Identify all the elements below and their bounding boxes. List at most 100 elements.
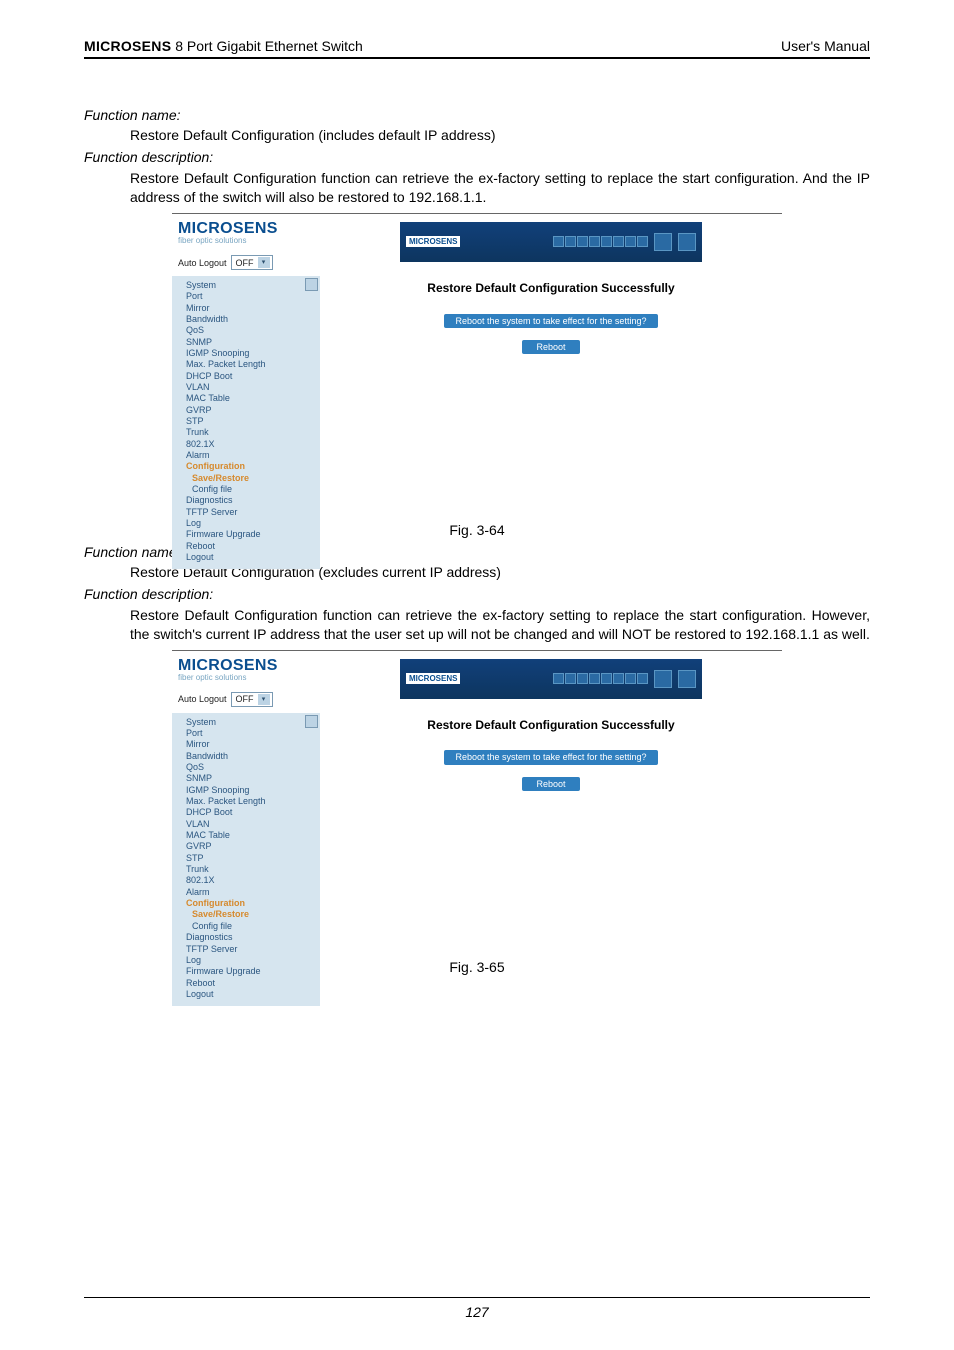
nav-item[interactable]: Alarm (174, 450, 318, 461)
sidebar: MICROSENS fiber optic solutions Auto Log… (172, 216, 320, 516)
reboot-question: Reboot the system to take effect for the… (444, 750, 659, 764)
nav-item[interactable]: Configuration (174, 898, 318, 909)
nav-item[interactable]: Diagnostics (174, 932, 318, 943)
nav-item[interactable]: Firmware Upgrade (174, 529, 318, 540)
nav-item[interactable]: Port (174, 291, 318, 302)
nav-item[interactable]: Reboot (174, 540, 318, 551)
nav-item[interactable]: VLAN (174, 818, 318, 829)
nav-list: SystemPortMirrorBandwidthQoSSNMPIGMP Sno… (172, 276, 320, 569)
function-name-label: Function name: (84, 107, 870, 123)
nav-item[interactable]: System (174, 279, 318, 290)
nav-item[interactable]: Mirror (174, 302, 318, 313)
nav-item[interactable]: Save/Restore (174, 909, 318, 920)
header-brand: MICROSENS (84, 38, 171, 54)
nav-item[interactable]: Configuration (174, 461, 318, 472)
header-left: MICROSENS 8 Port Gigabit Ethernet Switch (84, 38, 363, 54)
nav-item[interactable]: Max. Packet Length (174, 796, 318, 807)
nav-item[interactable]: Firmware Upgrade (174, 966, 318, 977)
nav-item[interactable]: STP (174, 415, 318, 426)
auto-logout-label: Auto Logout (178, 258, 227, 268)
header-right: User's Manual (781, 38, 870, 54)
device-module-icon (678, 670, 696, 688)
nav-item[interactable]: Logout (174, 552, 318, 563)
nav-item[interactable]: SNMP (174, 773, 318, 784)
figure-365: MICROSENS fiber optic solutions Auto Log… (172, 650, 782, 953)
nav-item[interactable]: Config file (174, 484, 318, 495)
nav-item[interactable]: TFTP Server (174, 943, 318, 954)
main-panel: MICROSENS Restore Default Configuration … (320, 653, 782, 953)
nav-item[interactable]: Trunk (174, 427, 318, 438)
nav-item[interactable]: VLAN (174, 381, 318, 392)
reboot-question: Reboot the system to take effect for the… (444, 314, 659, 328)
banner-label: MICROSENS (406, 673, 460, 684)
reboot-button[interactable]: Reboot (522, 777, 579, 791)
nav-item[interactable]: Log (174, 518, 318, 529)
content-title: Restore Default Configuration Successful… (427, 719, 674, 733)
nav-item[interactable]: TFTP Server (174, 506, 318, 517)
auto-logout-select[interactable]: OFF ▾ (231, 692, 273, 707)
nav-item[interactable]: Diagnostics (174, 495, 318, 506)
logo-block: MICROSENS fiber optic solutions (172, 216, 320, 252)
nav-item[interactable]: System (174, 716, 318, 727)
nav-item[interactable]: DHCP Boot (174, 807, 318, 818)
screenshot-2: MICROSENS fiber optic solutions Auto Log… (172, 653, 782, 953)
screenshot-1: MICROSENS fiber optic solutions Auto Log… (172, 216, 782, 516)
footer-rule (84, 1297, 870, 1298)
device-ports-icon (553, 236, 648, 247)
nav-item[interactable]: Bandwidth (174, 313, 318, 324)
function-desc-value: Restore Default Configuration function c… (130, 169, 870, 207)
nav-item[interactable]: QoS (174, 325, 318, 336)
nav-item[interactable]: GVRP (174, 841, 318, 852)
nav-item[interactable]: IGMP Snooping (174, 784, 318, 795)
nav-item[interactable]: Save/Restore (174, 472, 318, 483)
nav-item[interactable]: Alarm (174, 886, 318, 897)
nav-item[interactable]: Log (174, 954, 318, 965)
banner-label: MICROSENS (406, 236, 460, 247)
nav-item[interactable]: Logout (174, 988, 318, 999)
nav-item[interactable]: Reboot (174, 977, 318, 988)
device-module-icon (654, 233, 672, 251)
nav-item[interactable]: Trunk (174, 864, 318, 875)
nav-item[interactable]: Bandwidth (174, 750, 318, 761)
nav-item[interactable]: IGMP Snooping (174, 347, 318, 358)
nav-item[interactable]: SNMP (174, 336, 318, 347)
chevron-down-icon: ▾ (258, 257, 270, 268)
device-module-icon (654, 670, 672, 688)
figure-364: MICROSENS fiber optic solutions Auto Log… (172, 213, 782, 516)
auto-logout-select[interactable]: OFF ▾ (231, 255, 273, 270)
auto-logout-row: Auto Logout OFF ▾ (172, 251, 320, 276)
auto-logout-row: Auto Logout OFF ▾ (172, 688, 320, 713)
nav-item[interactable]: GVRP (174, 404, 318, 415)
nav-item[interactable]: MAC Table (174, 830, 318, 841)
function-desc-value: Restore Default Configuration function c… (130, 606, 870, 644)
device-ports-icon (553, 673, 648, 684)
function-desc-label: Function description: (84, 149, 870, 165)
nav-item[interactable]: Mirror (174, 739, 318, 750)
page-header: MICROSENS 8 Port Gigabit Ethernet Switch… (84, 38, 870, 59)
chevron-down-icon: ▾ (258, 694, 270, 705)
device-banner: MICROSENS (400, 659, 702, 699)
nav-list: SystemPortMirrorBandwidthQoSSNMPIGMP Sno… (172, 713, 320, 1006)
nav-item[interactable]: DHCP Boot (174, 370, 318, 381)
auto-logout-value: OFF (236, 258, 254, 268)
nav-item[interactable]: Config file (174, 920, 318, 931)
nav-item[interactable]: Max. Packet Length (174, 359, 318, 370)
auto-logout-value: OFF (236, 694, 254, 704)
nav-item[interactable]: Port (174, 727, 318, 738)
device-module-icon (678, 233, 696, 251)
nav-item[interactable]: STP (174, 852, 318, 863)
nav-item[interactable]: 802.1X (174, 438, 318, 449)
logo-sub: fiber optic solutions (178, 236, 314, 245)
logo-sub: fiber optic solutions (178, 673, 314, 682)
device-banner: MICROSENS (400, 222, 702, 262)
nav-item[interactable]: 802.1X (174, 875, 318, 886)
header-product: 8 Port Gigabit Ethernet Switch (171, 38, 362, 54)
function-desc-label: Function description: (84, 586, 870, 602)
function-name-value: Restore Default Configuration (includes … (130, 127, 870, 143)
reboot-button[interactable]: Reboot (522, 340, 579, 354)
logo-block: MICROSENS fiber optic solutions (172, 653, 320, 689)
nav-item[interactable]: MAC Table (174, 393, 318, 404)
nav-item[interactable]: QoS (174, 762, 318, 773)
auto-logout-label: Auto Logout (178, 694, 227, 704)
main-panel: MICROSENS Restore Default Configuration … (320, 216, 782, 516)
